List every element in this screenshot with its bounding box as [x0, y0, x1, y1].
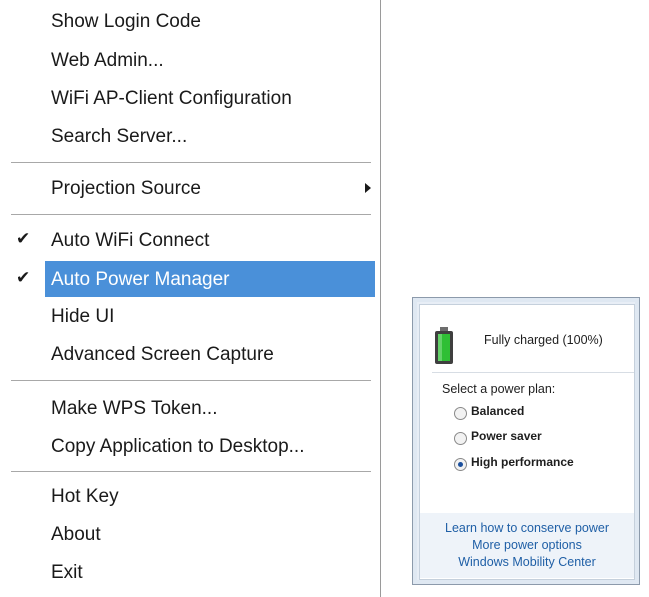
menu-item-label: Make WPS Token...: [51, 398, 218, 419]
menu-item-label: Hot Key: [51, 486, 119, 507]
link-more-power-options[interactable]: More power options: [420, 538, 634, 552]
submenu-arrow-icon: [365, 183, 371, 193]
power-flyout: Fully charged (100%) Select a power plan…: [412, 297, 640, 585]
power-links-footer: Learn how to conserve power More power o…: [420, 513, 634, 578]
menu-item-auto-power-manager[interactable]: Auto Power Manager: [45, 261, 375, 297]
menu-item-label: Advanced Screen Capture: [51, 344, 274, 365]
menu-item-search-server[interactable]: Search Server...: [0, 118, 378, 154]
menu-item-projection-source[interactable]: Projection Source: [0, 170, 378, 206]
menu-item-label: About: [51, 524, 101, 545]
menu-separator: [11, 162, 371, 163]
menu-item-copy-application-to-desktop[interactable]: Copy Application to Desktop...: [0, 428, 378, 464]
power-divider: [432, 372, 634, 373]
menu-separator: [11, 380, 371, 381]
battery-icon: [435, 327, 453, 364]
power-plan-label: Balanced: [471, 404, 525, 418]
link-learn-conserve-power[interactable]: Learn how to conserve power: [420, 521, 634, 535]
menu-item-make-wps-token[interactable]: Make WPS Token...: [0, 390, 378, 426]
menu-item-label: Exit: [51, 562, 83, 583]
menu-item-hide-ui[interactable]: Hide UI: [0, 298, 378, 334]
menu-separator: [11, 471, 371, 472]
context-menu: Show Login Code Web Admin... WiFi AP-Cli…: [0, 0, 381, 597]
menu-item-exit[interactable]: Exit: [0, 554, 378, 590]
menu-item-label: Show Login Code: [51, 11, 201, 32]
menu-item-show-login-code[interactable]: Show Login Code: [0, 3, 378, 39]
power-plan-prompt: Select a power plan:: [442, 382, 556, 396]
power-plan-label: High performance: [471, 455, 574, 469]
menu-item-label: Projection Source: [51, 178, 201, 199]
menu-item-advanced-screen-capture[interactable]: Advanced Screen Capture: [0, 336, 378, 372]
radio-button-selected[interactable]: [454, 458, 467, 471]
radio-button[interactable]: [454, 407, 467, 420]
link-windows-mobility-center[interactable]: Windows Mobility Center: [420, 555, 634, 569]
checkmark-icon: ✔: [16, 268, 31, 287]
menu-separator: [11, 214, 371, 215]
menu-item-label: Web Admin...: [51, 50, 164, 71]
menu-item-label: Copy Application to Desktop...: [51, 436, 305, 457]
menu-item-label: Search Server...: [51, 126, 188, 147]
menu-item-web-admin[interactable]: Web Admin...: [0, 42, 378, 78]
menu-item-label: Auto WiFi Connect: [51, 230, 210, 251]
menu-item-label: WiFi AP-Client Configuration: [51, 88, 292, 109]
menu-item-auto-wifi-connect[interactable]: ✔ Auto WiFi Connect: [0, 222, 378, 258]
check-gutter: ✔: [8, 261, 45, 297]
menu-item-about[interactable]: About: [0, 516, 378, 552]
battery-status: Fully charged (100%): [484, 333, 603, 347]
radio-button[interactable]: [454, 432, 467, 445]
checkmark-icon: ✔: [16, 229, 31, 248]
menu-item-hot-key[interactable]: Hot Key: [0, 478, 378, 514]
menu-item-label: Hide UI: [51, 306, 115, 327]
power-plan-label: Power saver: [471, 429, 542, 443]
menu-item-wifi-ap-client-configuration[interactable]: WiFi AP-Client Configuration: [0, 80, 378, 116]
menu-item-label: Auto Power Manager: [51, 269, 230, 290]
